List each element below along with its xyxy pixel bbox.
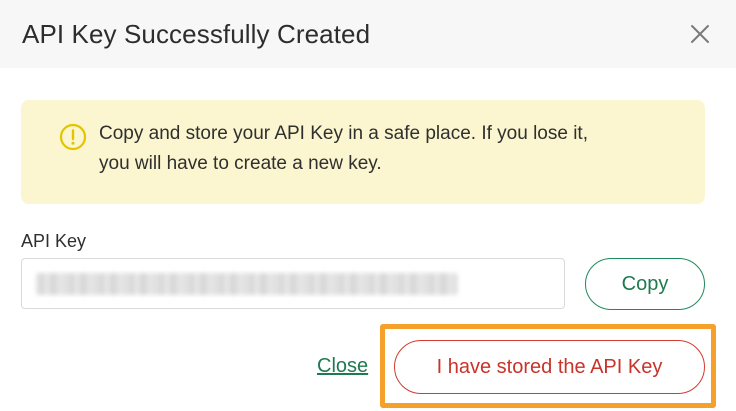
stored-api-key-button[interactable]: I have stored the API Key (394, 340, 705, 394)
close-link[interactable]: Close (317, 355, 368, 378)
api-key-value-blurred (36, 272, 458, 295)
warning-circle-icon (59, 123, 87, 151)
dialog-title: API Key Successfully Created (22, 18, 371, 49)
api-key-dialog: API Key Successfully Created Copy and st… (0, 0, 736, 411)
dialog-header: API Key Successfully Created (0, 0, 736, 68)
copy-button[interactable]: Copy (585, 258, 705, 310)
alert-line-1: Copy and store your API Key in a safe pl… (99, 123, 588, 144)
api-key-field[interactable] (21, 258, 565, 309)
close-icon[interactable] (686, 20, 714, 48)
alert-message: Copy and store your API Key in a safe pl… (99, 119, 588, 179)
alert-line-2: you will have to create a new key. (99, 153, 382, 174)
api-key-label: API Key (21, 231, 87, 251)
warning-alert: Copy and store your API Key in a safe pl… (21, 100, 705, 204)
